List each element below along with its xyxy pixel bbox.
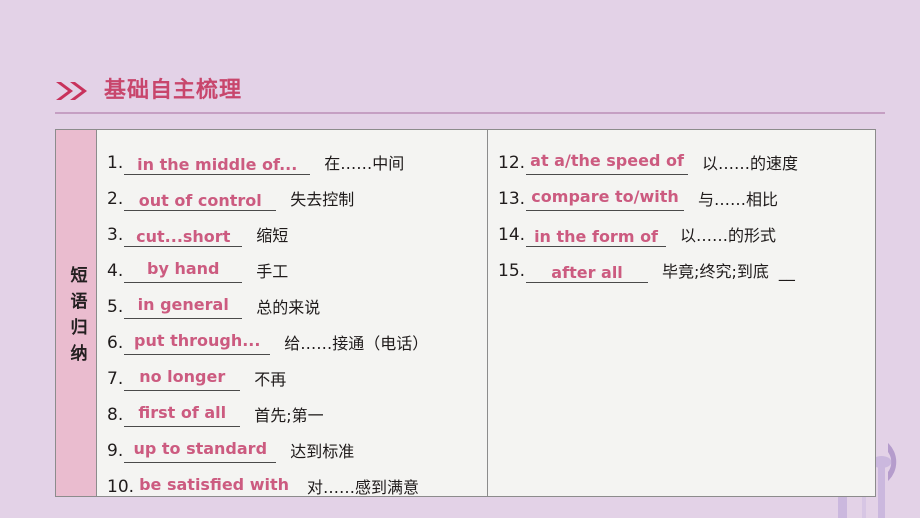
phrase-entry: 5. in general 总的来说 (97, 283, 487, 319)
phrase-entry: 14. in the form of 以……的形式 (488, 211, 875, 247)
phrase-trailing-mark: __ (778, 262, 795, 281)
double-chevron-right-icon (56, 82, 87, 100)
phrase-entry: 4. by hand 手工 (97, 247, 487, 283)
table-row-label-text: 短语归纳 (66, 265, 87, 370)
phrase-answer-text: in the form of (534, 227, 659, 246)
phrase-answer-text: cut...short (136, 227, 231, 246)
phrase-answer-text: first of all (138, 403, 227, 422)
phrase-answer-blank[interactable]: compare to/with (526, 187, 685, 211)
phrase-entry: 2. out of control 失去控制 (97, 175, 487, 211)
deco-stem-small (878, 460, 885, 518)
phrase-answer-text: in general (137, 295, 229, 314)
phrase-meaning-text: 在……中间 (324, 154, 405, 173)
phrase-entry: 13. compare to/with 与……相比 (488, 175, 875, 211)
phrase-entry: 8. first of all 首先;第一 (97, 391, 487, 427)
phrase-entry-number: 1. (107, 153, 124, 173)
phrase-entry-number: 10. (107, 477, 135, 497)
phrase-entry-number: 2. (107, 189, 124, 209)
phrase-column-left: 1. in the middle of... 在……中间 2. out of contr… (97, 130, 488, 496)
phrase-entry-number: 14. (498, 225, 526, 245)
phrase-meaning-text: 缩短 (256, 226, 289, 245)
phrase-entry-number: 7. (107, 369, 124, 389)
phrase-meaning-text: 手工 (256, 262, 289, 281)
phrase-answer-text: put through... (134, 331, 261, 350)
phrase-entry: 3. cut...short 缩短 (97, 211, 487, 247)
phrase-entry-number: 4. (107, 261, 124, 281)
phrase-entry-number: 6. (107, 333, 124, 353)
phrase-answer-blank[interactable]: at a/the speed of (526, 151, 689, 175)
phrase-summary-table: 短语归纳 1. in the middle of... 在……中间 2. out of … (55, 129, 876, 497)
phrase-meaning-text: 给……接通（电话） (284, 334, 429, 353)
phrase-answer-text: compare to/with (531, 187, 679, 206)
heading-divider (55, 112, 885, 114)
phrase-answer-blank[interactable]: in the middle of... (124, 151, 311, 175)
phrase-meaning-text: 与……相比 (698, 190, 779, 209)
phrase-answer-blank[interactable]: no longer (124, 367, 241, 391)
phrase-entry-number: 3. (107, 225, 124, 245)
phrase-entry-number: 8. (107, 405, 124, 425)
phrase-entry-number: 15. (498, 261, 526, 281)
phrase-entry-number: 13. (498, 189, 526, 209)
phrase-meaning-text: 失去控制 (290, 190, 355, 209)
table-row-label: 短语归纳 (56, 130, 97, 496)
phrase-answer-text: out of control (138, 191, 262, 210)
phrase-entry: 9. up to standard 达到标准 (97, 427, 487, 463)
phrase-answer-text: after all (551, 263, 623, 282)
phrase-answer-text: in the middle of... (137, 155, 298, 174)
phrase-answer-blank[interactable]: after all (526, 259, 649, 283)
phrase-entry: 1. in the middle of... 在……中间 (97, 139, 487, 175)
phrase-entry: 6. put through... 给……接通（电话） (97, 319, 487, 355)
phrase-meaning-text: 达到标准 (290, 442, 355, 461)
phrase-entry-number: 9. (107, 441, 124, 461)
phrase-answer-text: up to standard (133, 439, 268, 458)
phrase-answer-blank[interactable]: be satisfied with (135, 475, 293, 496)
phrase-answer-blank[interactable]: up to standard (124, 439, 277, 463)
phrase-answer-blank[interactable]: first of all (124, 403, 241, 427)
phrase-answer-text: at a/the speed of (530, 151, 684, 170)
phrase-answer-text: no longer (139, 367, 226, 386)
phrase-meaning-text: 毕竟;终究;到底 (662, 262, 769, 281)
phrase-answer-blank[interactable]: by hand (124, 259, 243, 283)
phrase-answer-blank[interactable]: in general (124, 295, 243, 319)
phrase-meaning-text: 总的来说 (256, 298, 321, 317)
phrase-entry: 10. be satisfied with 对……感到满意 (97, 463, 487, 497)
section-heading: 基础自主梳理 (55, 74, 242, 108)
phrase-meaning-text: 不再 (254, 370, 287, 389)
phrase-entry: 7. no longer 不再 (97, 355, 487, 391)
phrase-entry-number: 5. (107, 297, 124, 317)
phrase-entry: 15. after all 毕竟;终究;到底 __ (488, 247, 875, 283)
phrase-entry: 12. at a/the speed of 以……的速度 (488, 139, 875, 175)
phrase-answer-blank[interactable]: out of control (124, 187, 277, 211)
phrase-entry-number: 12. (498, 153, 526, 173)
phrase-meaning-text: 以……的形式 (680, 226, 777, 245)
phrase-meaning-text: 对……感到满意 (307, 478, 420, 497)
phrase-meaning-text: 以……的速度 (702, 154, 799, 173)
phrase-answer-text: by hand (146, 259, 220, 278)
page-title: 基础自主梳理 (104, 78, 243, 103)
phrase-meaning-text: 首先;第一 (254, 406, 324, 425)
deco-arc-small (888, 443, 897, 481)
phrase-answer-blank[interactable]: cut...short (124, 223, 243, 247)
phrase-answer-text: be satisfied with (139, 475, 289, 494)
phrase-column-right: 12. at a/the speed of 以……的速度 13. compare to/… (488, 130, 875, 496)
phrase-answer-blank[interactable]: put through... (124, 331, 271, 355)
phrase-answer-blank[interactable]: in the form of (526, 223, 667, 247)
